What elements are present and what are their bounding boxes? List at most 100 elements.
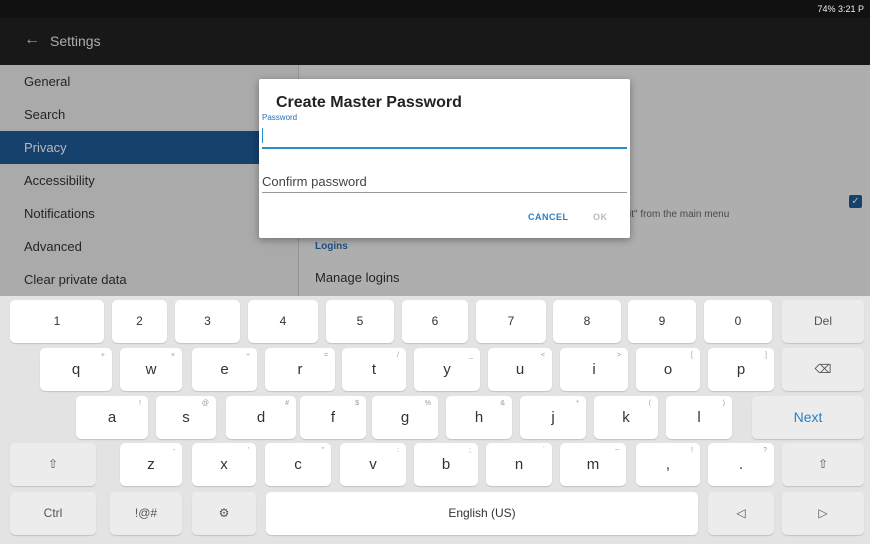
shift-right-key[interactable]: ⇧ (782, 443, 864, 486)
key-i[interactable]: i > (560, 348, 628, 391)
key-q[interactable]: q + (40, 348, 112, 391)
text-cursor (262, 128, 263, 143)
key-u-label: u (515, 361, 525, 378)
key-p-label: p (736, 361, 746, 378)
key-s[interactable]: s @ (156, 396, 216, 439)
spacebar-key[interactable]: English (US) (266, 492, 698, 535)
shift-icon: ⇧ (817, 457, 829, 471)
key-m[interactable]: m ~ (560, 443, 626, 486)
key-d-label: d (256, 409, 266, 426)
master-password-dialog: Create Master Password Password CANCEL O… (259, 79, 630, 238)
key-t-hint: / (397, 352, 399, 359)
key-2[interactable]: 2 (112, 300, 167, 343)
key-5[interactable]: 5 (326, 300, 394, 343)
key-6[interactable]: 6 (402, 300, 468, 343)
key-comma[interactable]: ,! (636, 443, 700, 486)
shift-icon: ⇧ (47, 457, 59, 471)
key-9[interactable]: 9 (628, 300, 696, 343)
key-0[interactable]: 0 (704, 300, 772, 343)
key-3[interactable]: 3 (175, 300, 240, 343)
key-n-hint: ` (542, 447, 545, 454)
status-bar: 74% 3:21 P (0, 0, 870, 18)
key-t-label: t (371, 361, 377, 378)
key-m-hint: ~ (614, 447, 619, 454)
key-i-label: i (592, 361, 596, 378)
key-t[interactable]: t / (342, 348, 406, 391)
key-x[interactable]: x ' (192, 443, 256, 486)
key-g[interactable]: g% (372, 396, 438, 439)
cursor-left-key[interactable]: ◁ (708, 492, 774, 535)
next-key[interactable]: Next (752, 396, 864, 439)
key-q-hint: + (100, 352, 105, 359)
key-f-label: f (330, 409, 336, 426)
key-7[interactable]: 7 (476, 300, 546, 343)
key-c-hint: " (321, 447, 325, 454)
key-y-label: y (443, 361, 451, 378)
key-x-hint: ' (247, 447, 249, 454)
key-j-hint: * (576, 400, 579, 407)
key-comma-hint: ! (691, 447, 693, 454)
key-l[interactable]: l) (666, 396, 732, 439)
key-b-label: b (441, 456, 451, 473)
key-f[interactable]: f $ (300, 396, 366, 439)
cursor-right-key[interactable]: ▷ (782, 492, 864, 535)
key-n[interactable]: n ` (486, 443, 552, 486)
confirm-password-input[interactable] (262, 170, 627, 193)
delete-key[interactable]: Del (782, 300, 864, 343)
key-p-hint: ] (765, 352, 767, 359)
password-input[interactable] (262, 125, 627, 149)
key-e-label: e (220, 361, 229, 378)
triangle-right-icon: ▷ (818, 506, 828, 520)
status-text: 74% 3:21 P (817, 4, 864, 14)
key-d[interactable]: d # (226, 396, 296, 439)
key-c-label: c (294, 456, 302, 473)
key-m-label: m (586, 456, 600, 473)
key-o-label: o (663, 361, 673, 378)
key-r-label: r (297, 361, 303, 378)
key-d-hint: # (285, 400, 289, 407)
shift-left-key[interactable]: ⇧ (10, 443, 96, 486)
key-c[interactable]: c " (265, 443, 331, 486)
key-x-label: x (220, 456, 228, 473)
key-w[interactable]: w × (120, 348, 182, 391)
key-z-hint: - (172, 447, 175, 454)
key-p[interactable]: p] (708, 348, 774, 391)
settings-key[interactable]: ⚙ (192, 492, 256, 535)
key-h[interactable]: h & (446, 396, 512, 439)
key-u-hint: < (540, 352, 545, 359)
key-period[interactable]: .? (708, 443, 774, 486)
cancel-button[interactable]: CANCEL (528, 212, 569, 222)
key-r[interactable]: r = (265, 348, 335, 391)
key-j[interactable]: j * (520, 396, 586, 439)
key-z-label: z (147, 456, 155, 473)
key-j-label: j (551, 409, 555, 426)
key-1[interactable]: 1 (10, 300, 104, 343)
key-v[interactable]: v: (340, 443, 406, 486)
settings-app: 74% 3:21 P ← Settings General Search Pri… (0, 0, 870, 296)
key-o[interactable]: o[ (636, 348, 700, 391)
backspace-key[interactable]: ⌫ (782, 348, 864, 391)
key-4[interactable]: 4 (248, 300, 318, 343)
key-v-label: v (369, 456, 377, 473)
onscreen-keyboard: 1 2 3 4 5 6 7 8 9 0 Del q + w × e ÷ r = t / y… (0, 296, 870, 544)
key-l-hint: ) (722, 400, 725, 407)
key-z[interactable]: z- (120, 443, 182, 486)
password-field-label: Password (262, 113, 298, 122)
key-h-hint: & (500, 400, 505, 407)
ok-button[interactable]: OK (593, 212, 608, 222)
key-f-hint: $ (355, 400, 359, 407)
symbols-key[interactable]: !@# (110, 492, 182, 535)
key-8[interactable]: 8 (553, 300, 621, 343)
key-q-label: q (71, 361, 81, 378)
key-a-label: a (107, 409, 117, 426)
key-period-label: . (738, 456, 744, 473)
key-i-hint: > (616, 352, 621, 359)
key-k[interactable]: k( (594, 396, 658, 439)
key-u[interactable]: u < (488, 348, 552, 391)
key-a-hint: ! (139, 400, 141, 407)
key-a[interactable]: a! (76, 396, 148, 439)
key-period-hint: ? (763, 447, 767, 454)
ctrl-key[interactable]: Ctrl (10, 492, 96, 535)
key-g-label: g (400, 409, 410, 426)
key-b[interactable]: b; (414, 443, 478, 486)
